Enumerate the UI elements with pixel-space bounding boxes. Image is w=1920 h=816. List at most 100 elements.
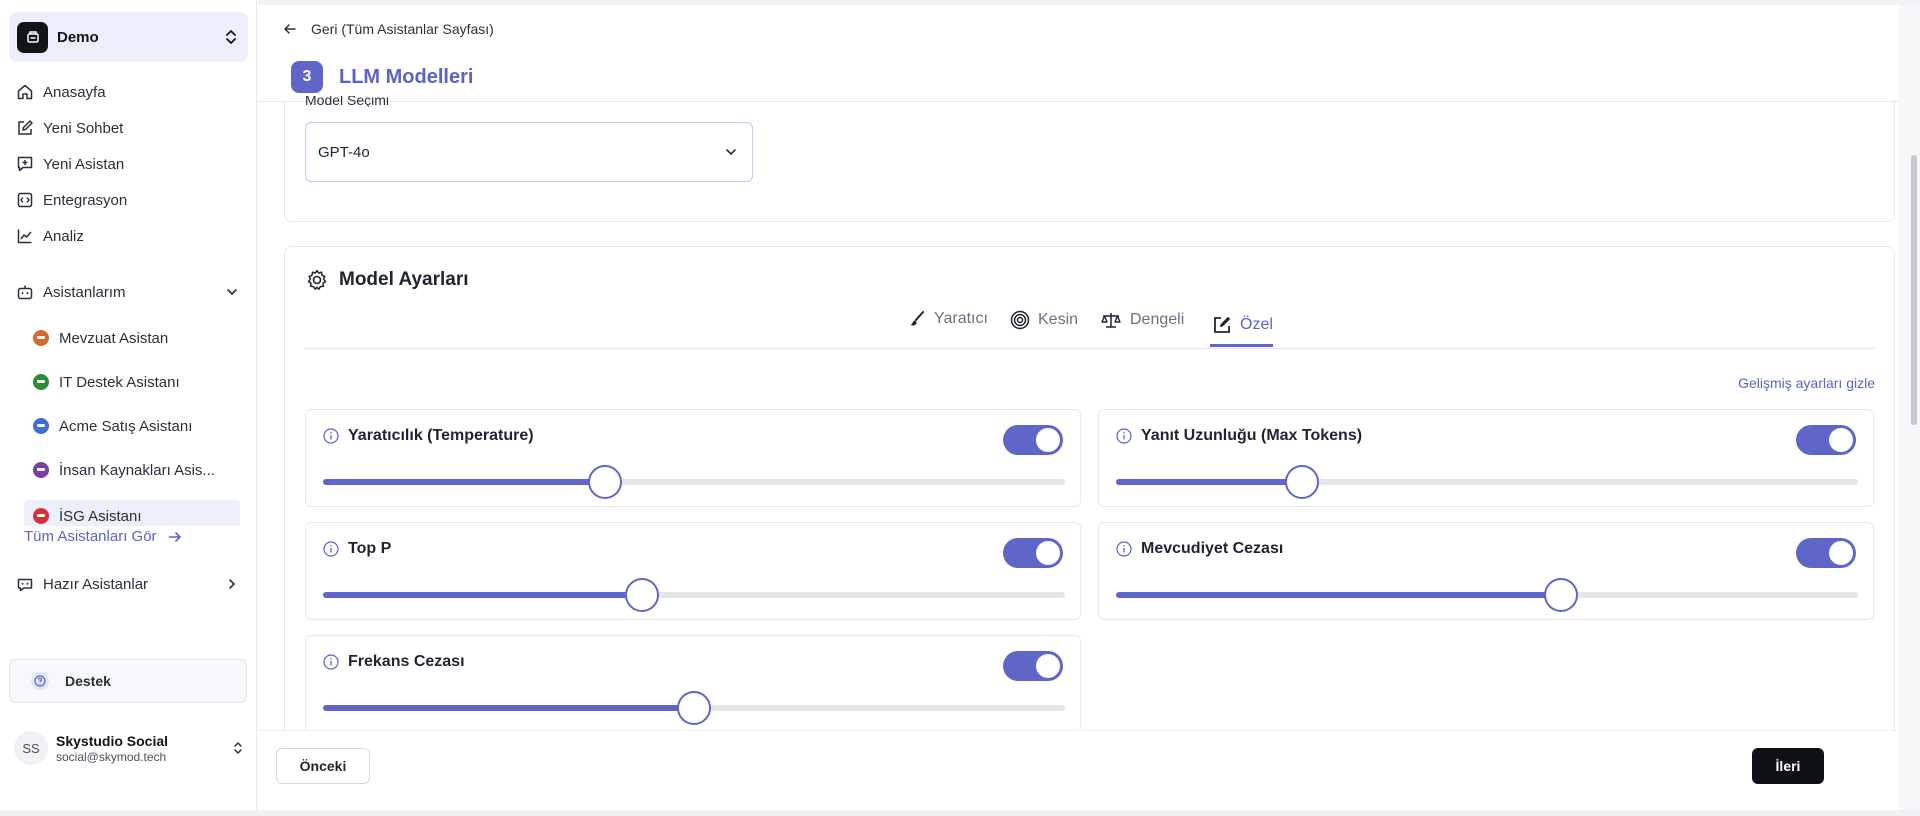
- param-toggle[interactable]: [1003, 651, 1063, 681]
- see-all-label: Tüm Asistanları Gör: [24, 528, 157, 545]
- assistant-item[interactable]: İnsan Kaynakları Asis...: [24, 448, 240, 492]
- settings-header: Model Ayarları: [305, 268, 469, 292]
- assistant-item[interactable]: IT Destek Asistanı: [24, 360, 240, 404]
- sidebar: Demo Anasayfa Yeni Sohbet Yeni Asistan E…: [0, 0, 257, 816]
- chevron-up-down-icon: [234, 742, 242, 754]
- info-icon[interactable]: [323, 428, 339, 444]
- my-assistants-toggle[interactable]: Asistanlarım: [0, 274, 257, 310]
- tab-balanced[interactable]: Dengeli: [1100, 310, 1184, 330]
- assistant-avatar-icon: [33, 418, 49, 434]
- slider-thumb[interactable]: [587, 465, 622, 499]
- workspace-logo-icon: [17, 21, 48, 53]
- param-slider[interactable]: [1116, 465, 1858, 499]
- assistant-label: Mevzuat Asistan: [59, 329, 169, 347]
- info-icon[interactable]: [1116, 428, 1132, 444]
- workspace-switcher[interactable]: Demo: [9, 12, 248, 62]
- param-card-max-tokens: Yanıt Uzunluğu (Max Tokens): [1098, 409, 1874, 507]
- settings-title: Model Ayarları: [339, 269, 469, 290]
- param-card-top-p: Top P: [305, 522, 1081, 620]
- slider-fill: [323, 592, 643, 598]
- edit-square-icon: [1214, 316, 1231, 333]
- arrow-left-icon: [284, 24, 296, 34]
- nav-label: Yeni Asistan: [43, 155, 125, 173]
- slider-thumb[interactable]: [1284, 465, 1319, 499]
- ready-assistants-toggle[interactable]: Hazır Asistanlar: [0, 566, 257, 602]
- assistant-avatar-icon: [33, 508, 49, 524]
- nav-label: Analiz: [43, 227, 84, 245]
- tab-custom[interactable]: Özel: [1212, 315, 1273, 335]
- slider-fill: [1116, 479, 1302, 485]
- gear-icon: [307, 269, 327, 290]
- param-slider[interactable]: [323, 691, 1065, 725]
- code-icon: [17, 192, 33, 208]
- assistant-avatar-icon: [33, 374, 49, 390]
- chevron-down-icon: [726, 149, 736, 156]
- param-card-presence-penalty: Mevcudiyet Cezası: [1098, 522, 1874, 620]
- slider-fill: [1116, 592, 1562, 598]
- user-menu[interactable]: SS Skystudio Social social@skymod.tech: [14, 729, 244, 767]
- hide-advanced-settings-link[interactable]: Gelişmiş ayarları gizle: [1738, 375, 1875, 391]
- param-name: Top P: [348, 540, 392, 557]
- slider-thumb[interactable]: [1544, 578, 1579, 612]
- scrollbar-thumb[interactable]: [1911, 155, 1917, 425]
- info-icon[interactable]: [323, 541, 339, 557]
- active-tab-indicator: [1210, 344, 1273, 347]
- back-link[interactable]: Geri (Tüm Asistanlar Sayfası): [283, 21, 494, 37]
- help-icon: [31, 672, 49, 690]
- user-email: social@skymod.tech: [56, 749, 167, 764]
- nav-item-analytics[interactable]: Analiz: [0, 218, 257, 254]
- avatar: SS: [14, 731, 48, 765]
- assistant-item-active[interactable]: İSG Asistanı: [24, 500, 240, 526]
- info-icon[interactable]: [323, 654, 339, 670]
- assistant-label: Acme Satış Asistanı: [59, 417, 193, 435]
- slider-thumb[interactable]: [625, 578, 660, 612]
- param-toggle[interactable]: [1003, 425, 1063, 455]
- nav-item-new-chat[interactable]: Yeni Sohbet: [0, 110, 257, 146]
- scale-icon: [1101, 313, 1121, 328]
- nav-label: Yeni Sohbet: [43, 119, 124, 137]
- back-label: Geri (Tüm Asistanlar Sayfası): [311, 21, 494, 37]
- tab-precise[interactable]: Kesin: [1010, 310, 1078, 330]
- param-slider[interactable]: [323, 465, 1065, 499]
- user-name: Skystudio Social: [56, 732, 169, 749]
- param-toggle[interactable]: [1796, 538, 1856, 568]
- next-button[interactable]: İleri: [1752, 748, 1824, 784]
- param-toggle[interactable]: [1796, 425, 1856, 455]
- bottom-border: [0, 810, 1920, 816]
- param-slider[interactable]: [323, 578, 1065, 612]
- tab-label: Dengeli: [1130, 311, 1185, 328]
- step-number-badge: 3: [291, 61, 323, 93]
- assistant-avatar-icon: [33, 462, 49, 478]
- nav-label: Entegrasyon: [43, 191, 128, 209]
- param-toggle[interactable]: [1003, 538, 1063, 568]
- arrow-right-icon: [168, 531, 181, 542]
- edit-icon: [18, 120, 33, 135]
- support-button[interactable]: Destek: [9, 659, 247, 703]
- see-all-assistants-link[interactable]: Tüm Asistanları Gör: [24, 528, 183, 545]
- target-icon: [1010, 310, 1030, 330]
- nav-item-new-assistant[interactable]: Yeni Asistan: [0, 146, 257, 182]
- slider-thumb[interactable]: [677, 691, 711, 725]
- main-nav: Anasayfa Yeni Sohbet Yeni Asistan Entegr…: [0, 74, 257, 254]
- model-select-label: Model Seçimi: [305, 96, 390, 107]
- assistant-label: IT Destek Asistanı: [59, 373, 180, 391]
- info-icon[interactable]: [1116, 541, 1132, 557]
- chevron-up-down-icon: [224, 28, 238, 46]
- tab-creative[interactable]: Yaratıcı: [908, 310, 988, 328]
- assistant-avatar-icon: [33, 330, 49, 346]
- param-name: Yanıt Uzunluğu (Max Tokens): [1141, 427, 1363, 444]
- assistant-item[interactable]: Mevzuat Asistan: [24, 316, 240, 360]
- model-select-dropdown[interactable]: GPT-4o: [305, 122, 753, 182]
- nav-item-home[interactable]: Anasayfa: [0, 74, 257, 110]
- assistant-label: İSG Asistanı: [59, 508, 142, 525]
- previous-button[interactable]: Önceki: [276, 748, 370, 784]
- nav-label: Anasayfa: [43, 83, 106, 101]
- message-plus-icon: [17, 156, 33, 172]
- nav-item-integration[interactable]: Entegrasyon: [0, 182, 257, 218]
- assistant-item[interactable]: Acme Satış Asistanı: [24, 404, 240, 448]
- param-name: Yaratıcılık (Temperature): [348, 427, 534, 444]
- param-slider[interactable]: [1116, 578, 1858, 612]
- tab-label: Özel: [1240, 316, 1273, 333]
- slider-fill: [323, 479, 605, 485]
- slider-fill: [323, 705, 694, 711]
